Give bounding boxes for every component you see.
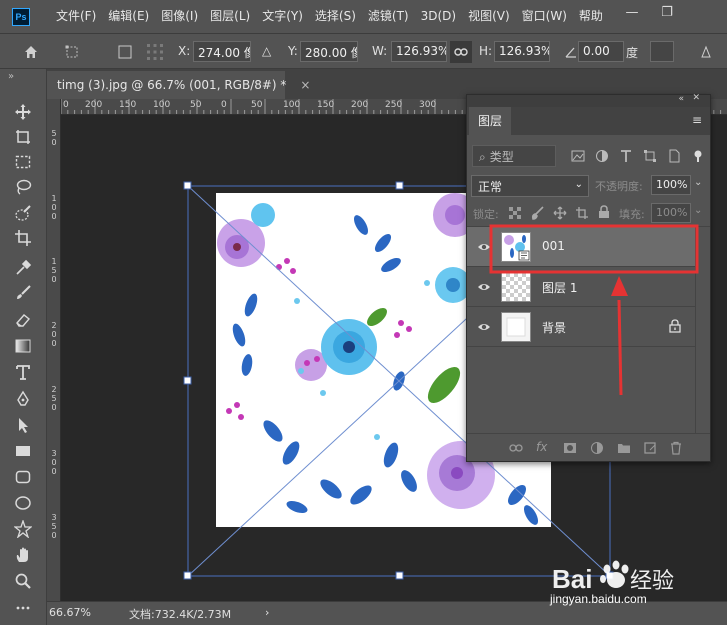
svg-text:经验: 经验 (630, 569, 674, 594)
svg-text:Bai: Bai (552, 564, 592, 594)
highlight-box (489, 224, 699, 274)
red-arrow-annotation (611, 276, 628, 396)
watermark-url: jingyan.baidu.com (550, 592, 647, 606)
